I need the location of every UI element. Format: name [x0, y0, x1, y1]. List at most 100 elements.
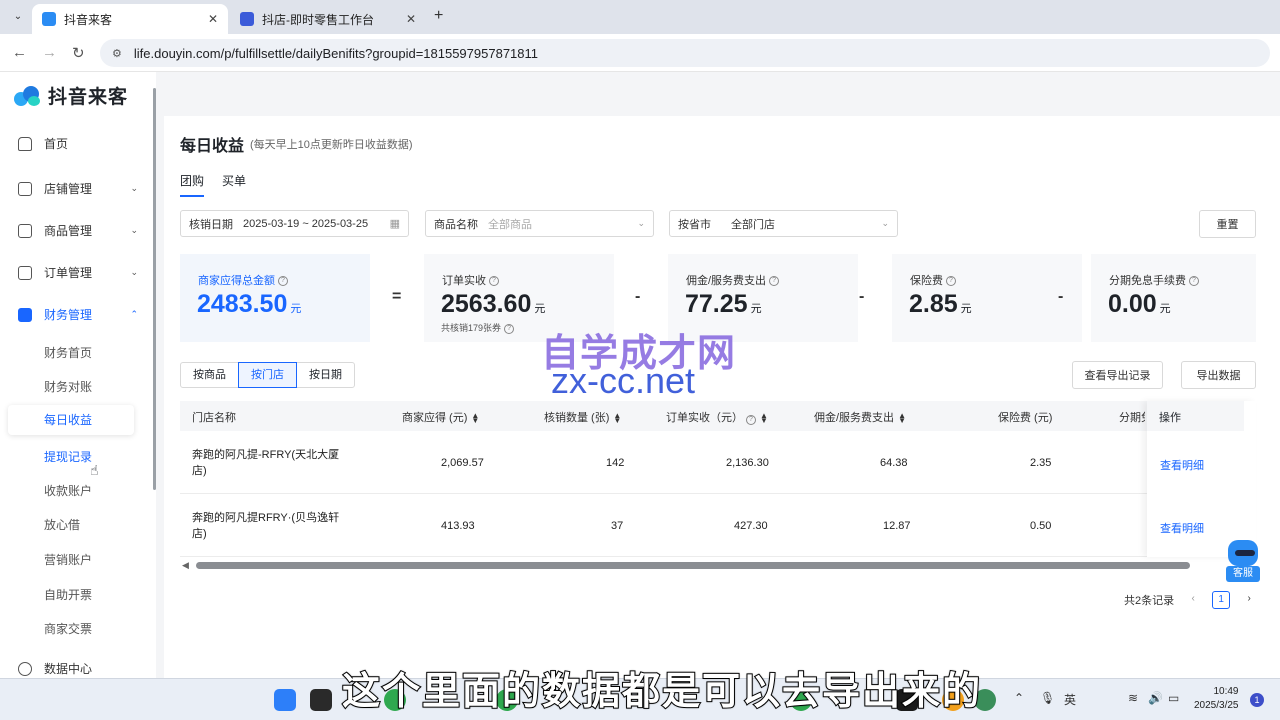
minus-operator: -: [1058, 288, 1064, 305]
tab-checkout[interactable]: 买单: [222, 172, 246, 197]
view-details-link[interactable]: 查看明细: [1160, 520, 1204, 536]
sidebar-item-finance[interactable]: 财务管理 ⌃: [18, 306, 138, 323]
stat-value-wrap: 2563.60 元: [441, 290, 545, 319]
pagination: 共2条记录 ‹ 1 ›: [1124, 591, 1258, 609]
new-tab-plus-icon[interactable]: +: [434, 7, 443, 25]
stat-value-wrap: 2483.50 元: [197, 290, 301, 319]
microphone-icon[interactable]: 🎙: [1040, 691, 1055, 705]
help-icon[interactable]: ?: [504, 323, 515, 334]
date-range-picker[interactable]: 核销日期 2025-03-19 ~ 2025-03-25 ▦: [180, 210, 409, 237]
sidebar-subitem-marketing-account[interactable]: 营销账户: [44, 551, 92, 568]
segment-by-date[interactable]: 按日期: [296, 362, 355, 388]
sidebar-item-label: 财务管理: [44, 308, 93, 322]
volume-icon[interactable]: 🔊: [1148, 691, 1163, 705]
stat-value: 77.25: [685, 290, 748, 318]
store-icon: [18, 181, 32, 196]
sort-icon[interactable]: ▲ ▼: [898, 412, 906, 425]
view-export-log-button[interactable]: 查看导出记录: [1072, 361, 1163, 389]
scrollbar-thumb[interactable]: [196, 562, 1190, 569]
tab-group-buy[interactable]: 团购: [180, 172, 205, 197]
export-data-button[interactable]: 导出数据: [1181, 361, 1256, 389]
help-icon[interactable]: ?: [1189, 276, 1199, 287]
browser-tab-laike[interactable]: 抖音来客 ✕: [32, 4, 228, 34]
content-panel: [164, 116, 1280, 678]
forward-arrow-icon[interactable]: →: [42, 44, 57, 61]
sidebar-subitem-reconciliation[interactable]: 财务对账: [44, 378, 92, 395]
customer-service-widget[interactable]: 客服: [1226, 540, 1260, 584]
column-header-received[interactable]: 订单实收（元）? ▲ ▼: [666, 409, 768, 425]
reset-button[interactable]: 重置: [1199, 210, 1256, 238]
sidebar-subitem-payee-account[interactable]: 收款账户: [44, 482, 92, 499]
help-icon[interactable]: ?: [946, 276, 956, 287]
help-icon[interactable]: ?: [278, 276, 288, 287]
browser-tab-strip: ⌄ 抖音来客 ✕ 抖店-即时零售工作台 ✕ +: [0, 0, 1280, 34]
browser-tab-doudian[interactable]: 抖店-即时零售工作台 ✕: [230, 4, 426, 34]
help-icon[interactable]: ?: [769, 276, 780, 287]
tab-title: 抖音来客: [64, 12, 113, 27]
column-header-commission[interactable]: 佣金/服务费支出 ▲ ▼: [814, 409, 906, 425]
sidebar-item-label: 订单管理: [44, 266, 93, 280]
task-view-icon[interactable]: [310, 689, 332, 711]
tray-expand-icon[interactable]: ⌃: [1014, 691, 1024, 705]
tab-search-chevron-icon[interactable]: ⌄: [8, 8, 28, 26]
region-select[interactable]: 按省市 全部门店 ⌄: [669, 210, 898, 237]
sort-icon[interactable]: ▲ ▼: [613, 412, 621, 425]
stat-label: 分期免息手续费: [1109, 275, 1186, 287]
notification-badge[interactable]: 1: [1250, 693, 1264, 707]
scroll-left-arrow-icon[interactable]: ◀: [182, 560, 189, 571]
sort-icon[interactable]: ▲ ▼: [760, 412, 768, 425]
system-clock[interactable]: 10:49 2025/3/25: [1194, 685, 1239, 713]
laike-favicon-icon: [42, 12, 56, 26]
battery-icon[interactable]: ▭: [1168, 691, 1179, 705]
robot-mascot-icon: [1228, 540, 1258, 566]
sidebar-subitem-daily-income[interactable]: 每日收益: [8, 405, 134, 435]
segment-by-store[interactable]: 按门店: [238, 362, 297, 388]
sort-icon[interactable]: ▲ ▼: [471, 412, 479, 425]
sidebar-item-data-center[interactable]: 数据中心: [18, 660, 138, 677]
sidebar-item-label: 首页: [44, 137, 69, 151]
sidebar-subitem-merchant-invoice[interactable]: 商家交票: [44, 620, 92, 637]
column-header-merchant[interactable]: 商家应得 (元) ▲ ▼: [402, 409, 479, 425]
product-select[interactable]: 商品名称 全部商品 ⌄: [425, 210, 654, 237]
help-icon[interactable]: ?: [746, 415, 756, 425]
sidebar-item-orders[interactable]: 订单管理 ⌄: [18, 264, 138, 281]
back-arrow-icon[interactable]: ←: [12, 44, 27, 61]
order-icon: [18, 265, 32, 280]
column-header-qty[interactable]: 核销数量 (张) ▲ ▼: [544, 409, 621, 425]
stat-value: 0.00: [1108, 290, 1157, 318]
start-menu-icon[interactable]: [274, 689, 296, 711]
cell-store: 奔跑的阿凡提-RFRY(天北大厦店): [192, 449, 340, 477]
laike-logo[interactable]: 抖音来客: [14, 82, 128, 109]
wifi-icon[interactable]: ≋: [1128, 691, 1138, 705]
sidebar-subitem-self-invoice[interactable]: 自助开票: [44, 586, 92, 603]
date-range-value: 2025-03-19 ~ 2025-03-25: [243, 217, 369, 230]
cell-merchant: 2,069.57: [441, 457, 484, 469]
sidebar-subitem-withdrawals[interactable]: 提现记录: [44, 448, 92, 465]
minus-operator: -: [859, 288, 865, 305]
product-filter-label: 商品名称: [434, 218, 478, 231]
sidebar-item-store[interactable]: 店铺管理 ⌄: [18, 180, 138, 197]
close-tab-icon[interactable]: ✕: [208, 12, 218, 26]
home-icon: [18, 136, 32, 151]
sidebar-subitem-loan[interactable]: 放心借: [44, 516, 80, 533]
region-filter-label: 按省市: [678, 218, 711, 231]
help-icon[interactable]: ?: [489, 276, 499, 287]
ime-indicator[interactable]: 英: [1064, 691, 1076, 708]
reload-icon[interactable]: ↻: [72, 44, 85, 62]
url-field[interactable]: ⚙ life.douyin.com/p/fulfillsettle/dailyB…: [100, 39, 1270, 67]
column-header-text: 商家应得 (元): [402, 412, 468, 424]
view-details-link[interactable]: 查看明细: [1160, 457, 1204, 473]
table-horizontal-scrollbar[interactable]: ◀: [182, 560, 1256, 570]
calendar-icon: ▦: [389, 218, 400, 230]
prev-page-icon[interactable]: ‹: [1184, 591, 1202, 609]
sidebar-item-products[interactable]: 商品管理 ⌄: [18, 222, 138, 239]
next-page-icon[interactable]: ›: [1240, 591, 1258, 609]
close-tab-icon[interactable]: ✕: [406, 12, 416, 26]
watermark-url: zx-cc.net: [551, 360, 696, 401]
page-number[interactable]: 1: [1212, 591, 1231, 609]
segment-by-product[interactable]: 按商品: [180, 362, 239, 388]
sidebar-item-home[interactable]: 首页: [18, 135, 138, 152]
table-header: 门店名称 商家应得 (元) ▲ ▼ 核销数量 (张) ▲ ▼ 订单实收（元）? ▲ ▼ 佣金…: [180, 401, 1256, 431]
site-info-icon[interactable]: ⚙: [112, 47, 122, 60]
sidebar-subitem-finance-home[interactable]: 财务首页: [44, 344, 92, 361]
